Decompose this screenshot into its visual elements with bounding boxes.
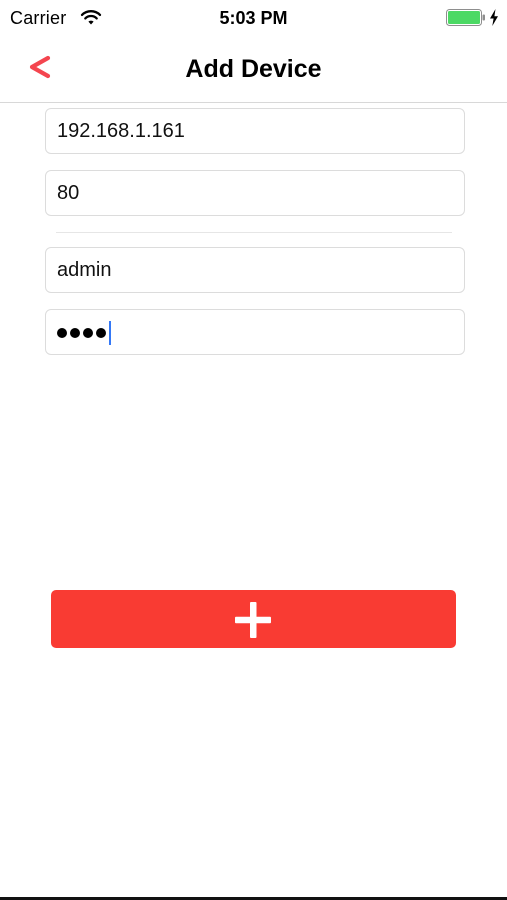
battery-icon [446,9,485,26]
clock-time: 5:03 PM [219,8,288,28]
port-field[interactable] [45,170,465,216]
ip-address-input[interactable] [46,109,464,153]
status-bar: Carrier 5:03 PM [0,0,507,36]
password-dot [57,328,67,338]
password-dot [70,328,80,338]
password-field[interactable] [45,309,465,355]
port-input[interactable] [46,171,464,215]
password-dot [83,328,93,338]
password-mask [57,321,111,345]
navigation-bar: Add Device [0,36,507,103]
password-dot [96,328,106,338]
username-input[interactable] [46,248,464,292]
plus-icon [235,602,271,638]
username-field[interactable] [45,247,465,293]
ip-address-field[interactable] [45,108,465,154]
text-cursor [109,321,111,345]
charging-bolt-icon [490,9,498,26]
page-title: Add Device [185,55,322,83]
add-device-button[interactable] [51,590,456,648]
divider [56,232,452,233]
